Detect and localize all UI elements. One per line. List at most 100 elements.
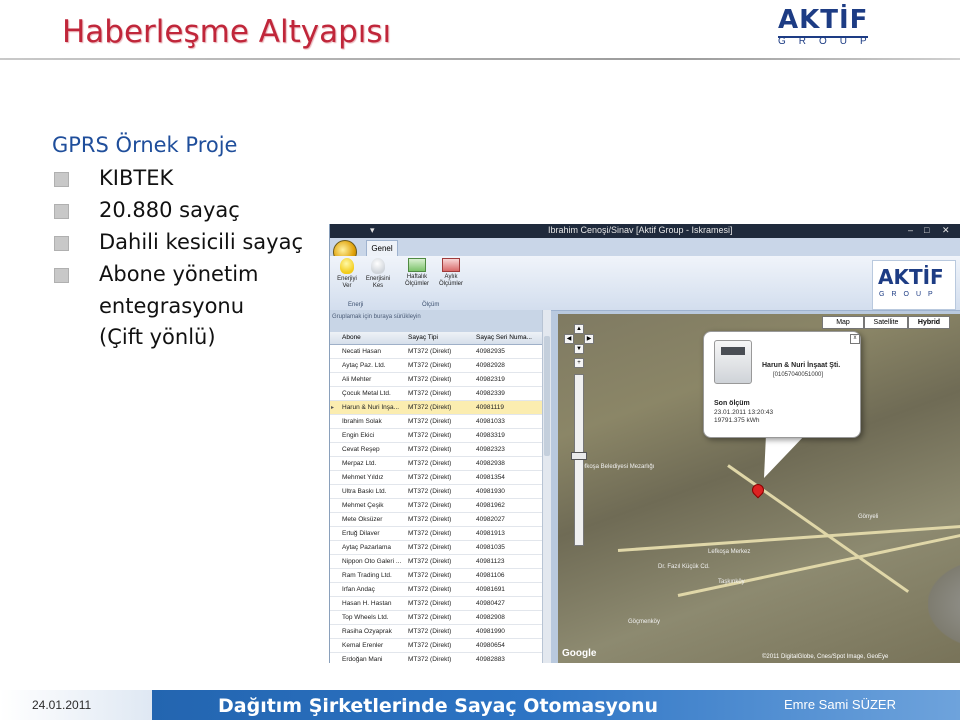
table-cell: Hasan H. Hastan	[342, 600, 392, 607]
table-row[interactable]: Necati Hasan MT372 (Direkt) 40982935	[330, 345, 542, 359]
table-row[interactable]: Erdoğan Mani MT372 (Direkt) 40982883	[330, 653, 542, 663]
table-row[interactable]: Mehmet Çeşik MT372 (Direkt) 40981962	[330, 499, 542, 513]
tab-genel[interactable]: Genel	[366, 240, 398, 257]
table-cell: MT372 (Direkt)	[408, 530, 452, 537]
map-copyright: ©2011 DigitalGlobe, Cnes/Spot Image, Geo…	[762, 654, 889, 660]
haftalik-olcumler-button[interactable]: Haftalık Ölçümler	[402, 258, 432, 288]
table-row[interactable]: Çocuk Metal Ltd. MT372 (Direkt) 40982339	[330, 387, 542, 401]
ribbon: Enerjiyi Ver Enerjisini Kes Haftalık Ölç…	[330, 256, 960, 311]
table-cell: MT372 (Direkt)	[408, 362, 452, 369]
app-window: Ibrahim Cenoşi/Sinav [Aktif Group - Iskr…	[329, 224, 960, 663]
zoom-slider-knob[interactable]	[571, 452, 587, 460]
minimize-icon[interactable]: –	[908, 225, 913, 235]
bullet-continuation: entegrasyonu	[99, 294, 245, 318]
table-cell: MT372 (Direkt)	[408, 432, 452, 439]
footer-author: Emre Sami SÜZER	[784, 697, 896, 712]
table-row[interactable]: Ram Trading Ltd. MT372 (Direkt) 40981106	[330, 569, 542, 583]
table-cell: MT372 (Direkt)	[408, 460, 452, 467]
table-row[interactable]: Merpaz Ltd. MT372 (Direkt) 40982938	[330, 457, 542, 471]
bullet-text: Abone yönetim	[99, 262, 259, 286]
aylik-olcumler-button[interactable]: Aylık Ölçümler	[436, 258, 466, 288]
bullet-square-icon	[54, 268, 69, 283]
info-close-icon[interactable]: x	[850, 334, 860, 344]
table-row[interactable]: ▸ Harun & Nuri İnşa... MT372 (Direkt) 40981…	[330, 401, 542, 415]
table-cell: 40982928	[476, 362, 505, 369]
map-label: Taşkınköy	[718, 579, 745, 585]
table-row[interactable]: İbrahim Solak MT372 (Direkt) 40981033	[330, 415, 542, 429]
map-label: Dr. Fazıl Küçük Cd.	[658, 564, 710, 570]
map-label: Göçmenköy	[628, 619, 661, 625]
grid-header: Abone Sayaç Tipi Sayaç Seri Numa...	[330, 332, 542, 345]
pan-up-icon[interactable]: ▲	[574, 324, 584, 334]
table-row[interactable]: Aytaç Pazarlama MT372 (Direkt) 40981035	[330, 541, 542, 555]
table-row[interactable]: Mehmet Yıldız MT372 (Direkt) 40981354	[330, 471, 542, 485]
close-icon[interactable]: ✕	[942, 225, 950, 236]
pan-right-icon[interactable]: ▶	[584, 334, 594, 344]
table-cell: 40981990	[476, 628, 505, 635]
grid-scrollbar[interactable]	[542, 310, 551, 663]
zoom-slider[interactable]	[574, 374, 584, 546]
column-header-abone[interactable]: Abone	[342, 334, 361, 341]
info-reading-kwh: 19791.375 kWh	[714, 417, 760, 424]
app-logo-group: GROUP	[879, 291, 940, 298]
table-row[interactable]: Rasiha Özyaprak MT372 (Direkt) 40981990	[330, 625, 542, 639]
meter-display	[721, 347, 745, 355]
maximize-icon[interactable]: □	[924, 225, 929, 235]
table-row[interactable]: Kemal Erenler MT372 (Direkt) 40980654	[330, 639, 542, 653]
table-cell: Mete Öksüzer	[342, 516, 383, 523]
map-type-map-tab[interactable]: Map	[822, 316, 864, 329]
table-cell: 40982908	[476, 614, 505, 621]
table-row[interactable]: Mete Öksüzer MT372 (Direkt) 40982027	[330, 513, 542, 527]
bullet-continuation: (Çift yönlü)	[99, 325, 216, 349]
table-cell: 40981913	[476, 530, 505, 537]
column-header-sayac-tipi[interactable]: Sayaç Tipi	[408, 334, 438, 341]
app-window-title: Ibrahim Cenoşi/Sinav [Aktif Group - Iskr…	[548, 225, 733, 235]
enerjisini-kes-button[interactable]: Enerjisini Kes	[363, 258, 393, 290]
table-row[interactable]: Nippon Oto Galeri ... MT372 (Direkt) 40981…	[330, 555, 542, 569]
zoom-in-icon[interactable]: +	[574, 358, 584, 368]
map-type-satellite-tab[interactable]: Satellite	[864, 316, 908, 329]
info-window: Harun & Nuri İnşaat Şti. [01057040051000…	[703, 331, 861, 438]
table-cell: 40981691	[476, 586, 505, 593]
table-cell: 40981354	[476, 474, 505, 481]
table-row[interactable]: Aytaç Paz. Ltd. MT372 (Direkt) 40982928	[330, 359, 542, 373]
bullet-square-icon	[54, 236, 69, 251]
bulb-on-icon	[340, 258, 354, 274]
column-header-seri-no[interactable]: Sayaç Seri Numa...	[476, 334, 532, 341]
table-cell: Engin Ekici	[342, 432, 375, 439]
section-subtitle: GPRS Örnek Proje	[52, 133, 238, 157]
table-row[interactable]: Engin Ekici MT372 (Direkt) 40983319	[330, 429, 542, 443]
bullet-text: KIBTEK	[99, 166, 174, 190]
table-cell: Cevat Reşep	[342, 446, 380, 453]
logo-underline	[778, 36, 868, 38]
quick-access-icon[interactable]: ▾	[370, 225, 375, 236]
table-row[interactable]: Ultra Baskı Ltd. MT372 (Direkt) 40981930	[330, 485, 542, 499]
table-row[interactable]: İrfan Andaç MT372 (Direkt) 40981691	[330, 583, 542, 597]
map-type-hybrid-tab[interactable]: Hybrid	[908, 316, 950, 329]
table-row[interactable]: Hasan H. Hastan MT372 (Direkt) 40980427	[330, 597, 542, 611]
enerjiyi-ver-button[interactable]: Enerjiyi Ver	[332, 258, 362, 290]
scrollbar-thumb[interactable]	[544, 336, 550, 456]
info-title: Harun & Nuri İnşaat Şti.	[762, 362, 841, 369]
table-cell: Kemal Erenler	[342, 642, 384, 649]
table-cell: Merpaz Ltd.	[342, 460, 377, 467]
table-cell: 40981119	[476, 404, 504, 411]
info-serial: [01057040051000]	[773, 372, 824, 378]
table-row[interactable]: Top Wheels Ltd. MT372 (Direkt) 40982908	[330, 611, 542, 625]
group-by-area[interactable]: Gruplamak için buraya sürükleyin	[330, 310, 544, 332]
subscriber-grid: Gruplamak için buraya sürükleyin Abone S…	[330, 310, 551, 663]
pan-down-icon[interactable]: ▼	[574, 344, 584, 354]
bullet-square-icon	[54, 172, 69, 187]
info-reading-date: 23.01.2011 13:20:43	[714, 409, 774, 416]
grid-rows: Necati Hasan MT372 (Direkt) 40982935 Aytaç …	[330, 345, 542, 663]
app-logo: AKTİF GROUP	[872, 260, 956, 310]
table-row[interactable]: Cevat Reşep MT372 (Direkt) 40982323	[330, 443, 542, 457]
table-cell: Ram Trading Ltd.	[342, 572, 392, 579]
pan-left-icon[interactable]: ◀	[564, 334, 574, 344]
button-label: Haftalık Ölçümler	[404, 274, 429, 287]
table-row[interactable]: Ali Mehter MT372 (Direkt) 40982319	[330, 373, 542, 387]
bulb-off-icon	[371, 258, 385, 274]
table-cell: Ertuğ Dilaver	[342, 530, 380, 537]
table-cell: Necati Hasan	[342, 348, 382, 355]
table-row[interactable]: Ertuğ Dilaver MT372 (Direkt) 40981913	[330, 527, 542, 541]
